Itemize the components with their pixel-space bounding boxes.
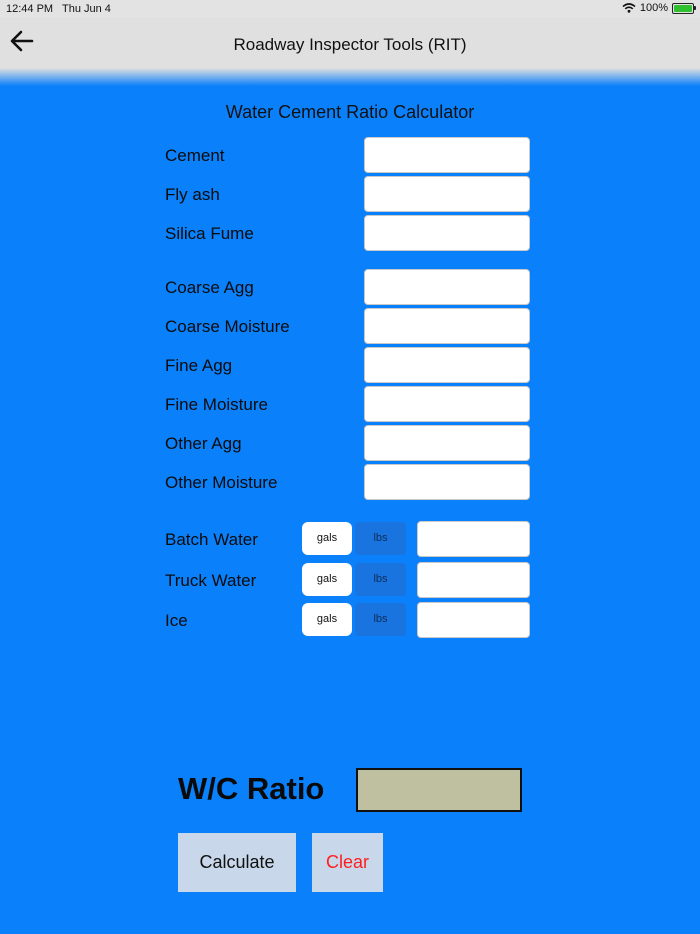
silica-fume-input[interactable] (364, 215, 530, 251)
ice-gals-toggle[interactable]: gals (302, 603, 352, 636)
coarse-agg-label: Coarse Agg (165, 278, 254, 297)
coarse-moisture-label: Coarse Moisture (165, 317, 290, 336)
coarse-moisture-input[interactable] (364, 308, 530, 344)
wc-ratio-label: W/C Ratio (178, 771, 325, 806)
wc-ratio-result (356, 768, 522, 812)
batch-water-input[interactable] (417, 521, 530, 557)
fine-moisture-label: Fine Moisture (165, 395, 268, 414)
navigation-bar: Roadway Inspector Tools (RIT) (0, 18, 700, 68)
cement-input[interactable] (364, 137, 530, 173)
other-moisture-input[interactable] (364, 464, 530, 500)
coarse-agg-input[interactable] (364, 269, 530, 305)
battery-icon (672, 2, 696, 14)
calculator-title: Water Cement Ratio Calculator (225, 102, 475, 122)
status-right: 100% (622, 2, 696, 14)
fine-agg-input[interactable] (364, 347, 530, 383)
truck-water-input[interactable] (417, 562, 530, 598)
status-time: 12:44 PM (6, 3, 54, 15)
status-bar: 12:44 PM Thu Jun 4 100% (0, 0, 700, 18)
fine-moisture-input[interactable] (364, 386, 530, 422)
batch-water-label: Batch Water (165, 530, 258, 549)
fly-ash-label: Fly ash (165, 185, 220, 204)
ice-lbs-toggle[interactable]: lbs (355, 603, 406, 636)
fly-ash-input[interactable] (364, 176, 530, 212)
other-agg-label: Other Agg (165, 434, 242, 453)
calculate-button[interactable]: Calculate (178, 833, 296, 892)
ice-label: Ice (165, 611, 188, 630)
ice-input[interactable] (417, 602, 530, 638)
other-agg-input[interactable] (364, 425, 530, 461)
wifi-icon (622, 3, 636, 13)
silica-fume-label: Silica Fume (165, 224, 254, 243)
truck-water-label: Truck Water (165, 571, 257, 590)
truck-water-lbs-toggle[interactable]: lbs (355, 563, 406, 596)
other-moisture-label: Other Moisture (165, 473, 278, 492)
status-date: Thu Jun 4 (62, 3, 111, 15)
battery-percent: 100% (639, 2, 668, 14)
clear-button[interactable]: Clear (312, 833, 383, 892)
cement-label: Cement (165, 146, 225, 165)
nav-gradient (0, 68, 700, 86)
truck-water-gals-toggle[interactable]: gals (302, 563, 352, 596)
batch-water-gals-toggle[interactable]: gals (302, 522, 352, 555)
batch-water-lbs-toggle[interactable]: lbs (355, 522, 406, 555)
fine-agg-label: Fine Agg (165, 356, 233, 375)
nav-title: Roadway Inspector Tools (RIT) (233, 35, 467, 54)
